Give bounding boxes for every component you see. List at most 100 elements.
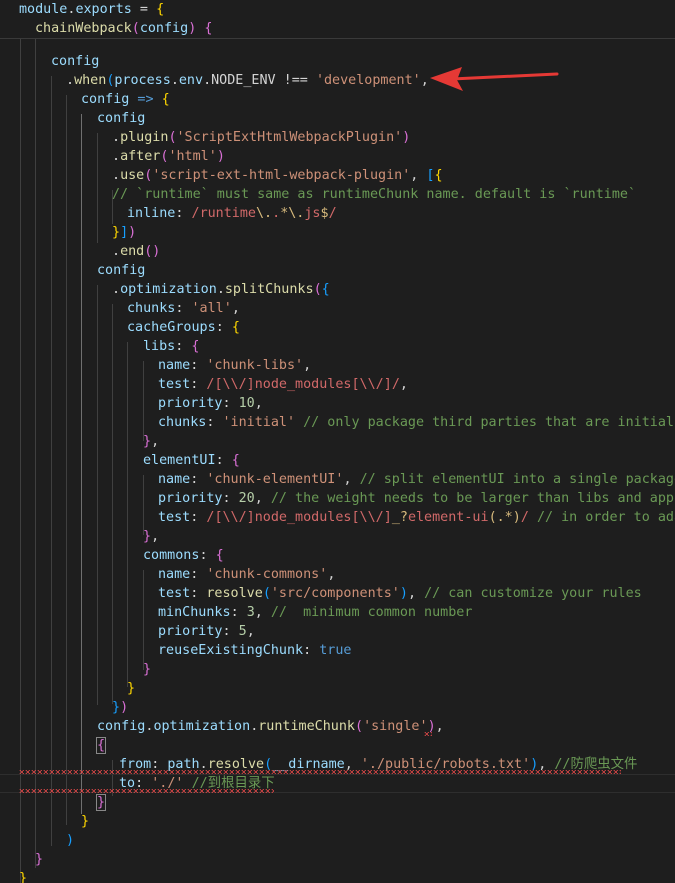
- token: :: [215, 320, 232, 335]
- token: {: [191, 339, 200, 354]
- code-line-10[interactable]: // `runtime` must same as runtimeChunk n…: [112, 185, 636, 204]
- code-line-36[interactable]: }: [127, 679, 135, 698]
- token: {: [231, 320, 240, 335]
- token: 20: [238, 491, 255, 506]
- comment: // the weight needs to be larger than li…: [270, 491, 675, 506]
- token: 'single': [363, 719, 428, 734]
- code-line-29[interactable]: commons: {: [143, 546, 224, 565]
- indent-guide: [143, 570, 144, 670]
- indent-guide-active: [81, 114, 82, 814]
- code-line-7[interactable]: .plugin('ScriptExtHtmlWebpackPlugin'): [112, 128, 410, 147]
- token: [\\/]: [214, 377, 255, 392]
- token: :: [230, 605, 247, 620]
- code-line-8[interactable]: .after('html'): [112, 147, 225, 166]
- token: ,: [399, 377, 408, 392]
- code-line-14[interactable]: config: [97, 261, 145, 280]
- code-line-12[interactable]: }]): [112, 223, 136, 242]
- code-line-18[interactable]: libs: {: [143, 337, 199, 356]
- code-line-22[interactable]: chunks: 'initial' // only package third …: [158, 413, 675, 432]
- code-line-32[interactable]: minChunks: 3, // minimum common number: [158, 603, 472, 622]
- code-line-43[interactable]: }: [81, 812, 89, 831]
- code-line-9[interactable]: .use('script-ext-html-webpack-plugin', […: [112, 166, 443, 185]
- token: splitChunks: [224, 282, 314, 297]
- token: test: [158, 586, 191, 601]
- code-line-25[interactable]: name: 'chunk-elementUI', // split elemen…: [158, 470, 675, 489]
- token: .: [112, 168, 121, 183]
- code-line-45[interactable]: }: [35, 850, 43, 869]
- token: 'initial': [222, 415, 296, 430]
- token: .: [216, 282, 225, 297]
- token: elementUI: [143, 453, 216, 468]
- code-line-20[interactable]: test: /[\\/]node_modules[\\/]/,: [158, 375, 408, 394]
- token: true: [319, 643, 352, 658]
- token: runtime: [199, 206, 256, 221]
- token: }: [19, 871, 28, 883]
- token: runtimeChunk: [258, 719, 355, 734]
- code-line-16[interactable]: chunks: 'all',: [127, 299, 240, 318]
- code-editor[interactable]: module.exports = { chainWebpack(config) …: [0, 0, 675, 883]
- code-line-30[interactable]: name: 'chunk-commons',: [158, 565, 335, 584]
- code-line-33[interactable]: priority: 5,: [158, 622, 255, 641]
- code-line-13[interactable]: .end(): [112, 242, 160, 261]
- token: ): [120, 700, 129, 715]
- token: optimization: [153, 719, 251, 734]
- code-line-27[interactable]: test: /[\\/]node_modules[\\/]_?element-u…: [158, 508, 675, 527]
- token: .: [272, 206, 281, 221]
- indent-guide: [127, 342, 128, 687]
- token: element-ui: [407, 510, 489, 525]
- code-line-15[interactable]: .optimization.splitChunks({: [112, 280, 330, 299]
- code-line-11[interactable]: inline: /runtime\..*\.js$/: [127, 204, 337, 223]
- token: ): [399, 586, 408, 601]
- token: }: [127, 681, 136, 696]
- token: :: [190, 472, 207, 487]
- code-line-24[interactable]: elementUI: {: [143, 451, 240, 470]
- indent-guide: [143, 361, 144, 441]
- token: :: [222, 491, 239, 506]
- token: 3: [246, 605, 255, 620]
- token: 'script-ext-html-webpack-plugin': [152, 168, 411, 183]
- token: inline: [127, 206, 176, 221]
- token: plugin: [120, 130, 169, 145]
- token: config: [97, 719, 146, 734]
- code-line-42[interactable]: }: [95, 793, 107, 812]
- token: test: [158, 377, 191, 392]
- code-line-44[interactable]: ): [66, 831, 74, 850]
- token: minChunks: [158, 605, 231, 620]
- token: ]: [120, 225, 129, 240]
- token: test: [158, 510, 191, 525]
- indent-guide: [97, 285, 98, 705]
- code-line-34[interactable]: reuseExistingChunk: true: [158, 641, 352, 660]
- code-line-39[interactable]: {: [95, 736, 107, 755]
- code-line-31[interactable]: test: resolve('src/components'), // can …: [158, 584, 642, 603]
- code-line-46[interactable]: }: [19, 869, 27, 883]
- token: after: [120, 149, 161, 164]
- code-line-38[interactable]: config.optimization.runtimeChunk('single…: [97, 717, 444, 736]
- code-line-28[interactable]: },: [143, 527, 159, 546]
- token: priority: [158, 624, 223, 639]
- code-line-26[interactable]: priority: 20, // the weight needs to be …: [158, 489, 675, 508]
- token: (: [313, 282, 322, 297]
- token: ,: [254, 396, 263, 411]
- token: (: [355, 719, 364, 734]
- token: ,: [435, 719, 444, 734]
- token: /: [391, 377, 400, 392]
- token: :: [175, 206, 192, 221]
- token: use: [120, 168, 145, 183]
- token: cacheGroups: [127, 320, 216, 335]
- indent-guide: [51, 76, 52, 846]
- token: ,: [151, 529, 160, 544]
- error-squiggle: [19, 770, 621, 774]
- comment: // minimum common number: [270, 605, 473, 620]
- token: end: [120, 244, 145, 259]
- token: :: [190, 510, 207, 525]
- code-line-19[interactable]: name: 'chunk-libs',: [158, 356, 311, 375]
- code-line-23[interactable]: },: [143, 432, 159, 451]
- token: 'chunk-libs': [206, 358, 304, 373]
- code-line-35[interactable]: }: [143, 660, 151, 679]
- token: :: [215, 453, 232, 468]
- token: :: [190, 567, 207, 582]
- code-line-17[interactable]: cacheGroups: {: [127, 318, 240, 337]
- token: $: [320, 206, 329, 221]
- code-line-21[interactable]: priority: 10,: [158, 394, 263, 413]
- code-line-37[interactable]: }): [112, 698, 128, 717]
